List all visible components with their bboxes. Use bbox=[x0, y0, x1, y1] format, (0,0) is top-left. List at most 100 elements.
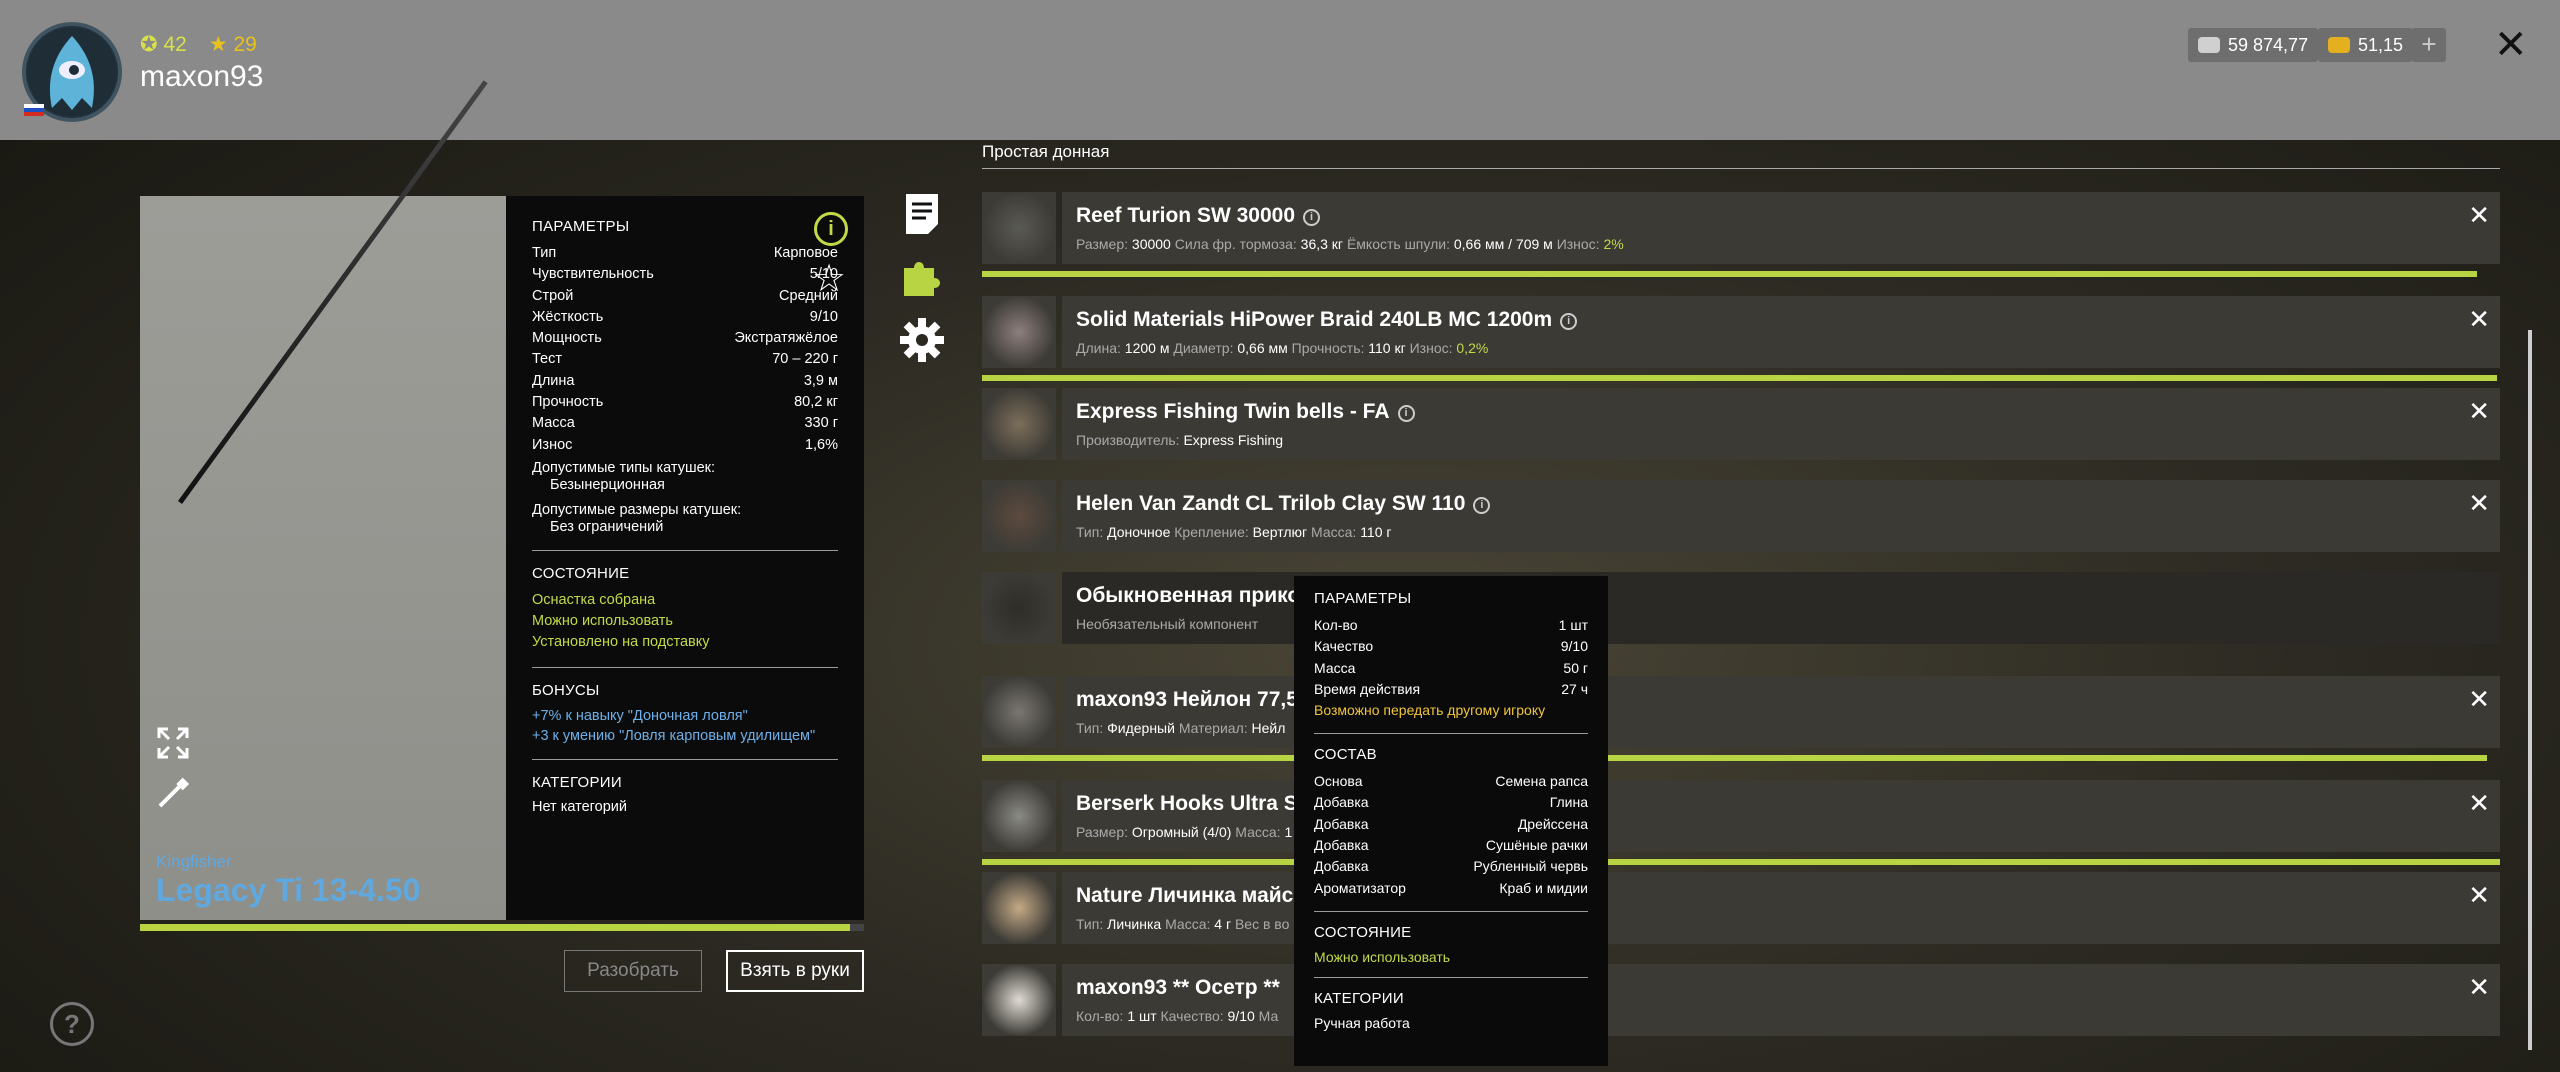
param-label: Строй bbox=[532, 287, 574, 304]
tackle-item[interactable]: maxon93 ** Осетр ** Кол-во: 1 шт Качество… bbox=[982, 964, 2500, 1036]
param-value: Дрейссена bbox=[1517, 815, 1588, 832]
help-icon[interactable]: ? bbox=[50, 1002, 94, 1046]
tackle-item[interactable]: Обыкновенная прико Необязательный компоне… bbox=[982, 572, 2500, 644]
gear-icon[interactable] bbox=[900, 318, 944, 362]
tackle-item-name: Express Fishing Twin bells - FA i bbox=[1076, 400, 1415, 424]
description-icon[interactable] bbox=[900, 192, 944, 236]
spec-label: Кол-во: bbox=[1076, 1008, 1124, 1024]
puzzle-icon[interactable] bbox=[900, 254, 944, 298]
gold-coins-icon bbox=[2328, 37, 2350, 53]
param-label: Качество bbox=[1314, 638, 1374, 655]
bonus-2: +3 к умению "Ловля карповым удилищем" bbox=[532, 727, 816, 744]
spec-label: Тип: bbox=[1076, 524, 1104, 540]
favorite-star-icon[interactable]: ☆ bbox=[812, 256, 846, 301]
param-label: Добавка bbox=[1314, 815, 1369, 832]
tooltip-composition-list: Основа Семена рапса Добавка Глина Добавка Дре… bbox=[1314, 771, 1588, 899]
spec-label: Длина: bbox=[1076, 340, 1121, 356]
spec-value: Express Fishing bbox=[1183, 432, 1284, 448]
tooltip-params-title: ПАРАМЕТРЫ bbox=[1314, 590, 1412, 607]
param-row: Прочность 80,2 кг bbox=[532, 392, 838, 413]
spec-label: Сила фр. тормоза: bbox=[1174, 236, 1297, 252]
scrollbar[interactable] bbox=[2528, 330, 2532, 1050]
info-icon[interactable]: i bbox=[1397, 405, 1415, 422]
param-row: Масса 330 г bbox=[532, 413, 838, 434]
add-currency-button[interactable]: + bbox=[2412, 28, 2446, 62]
param-row: Добавка Рубленный червь bbox=[1314, 856, 1588, 877]
tackle-item[interactable]: Solid Materials HiPower Braid 240LB MC 1… bbox=[982, 296, 2500, 381]
param-value: 3,9 м bbox=[803, 372, 838, 389]
param-row: Масса 50 г bbox=[1314, 658, 1588, 679]
tooltip-categories-value: Ручная работа bbox=[1314, 1014, 1410, 1031]
rod-edit-icon[interactable] bbox=[156, 776, 190, 810]
reel-types: Допустимые типы катушек: Безынерционная bbox=[532, 460, 838, 494]
spec-value: Огромный (4/0) bbox=[1131, 824, 1232, 840]
info-icon[interactable]: i bbox=[1560, 313, 1578, 330]
disassemble-button[interactable]: Разобрать bbox=[564, 950, 702, 992]
info-icon[interactable]: i bbox=[1303, 209, 1321, 226]
tackle-item-name: Helen Van Zandt CL Trilob Clay SW 110 i bbox=[1076, 492, 1491, 516]
tackle-item-name: Solid Materials HiPower Braid 240LB MC 1… bbox=[1076, 308, 1578, 332]
param-label: Основа bbox=[1314, 773, 1363, 790]
level-icon: ✪ bbox=[140, 33, 158, 56]
remove-item-icon[interactable]: ✕ bbox=[2468, 972, 2490, 1003]
tackle-thumbnail bbox=[982, 676, 1056, 748]
bonus-1: +7% к навыку "Доночная ловля" bbox=[532, 707, 748, 724]
tackle-item-body bbox=[1062, 480, 2500, 552]
param-label: Время действия bbox=[1314, 680, 1421, 697]
param-label: Жёсткость bbox=[532, 308, 604, 325]
close-icon[interactable]: ✕ bbox=[2494, 22, 2528, 68]
spec-label: Тип: bbox=[1076, 916, 1104, 932]
tackle-item[interactable]: maxon93 Нейлон 77,5 Тип: Фидерный Материа… bbox=[982, 676, 2500, 761]
param-row: Кол-во 1 шт bbox=[1314, 615, 1588, 636]
tackle-item-name-text: Обыкновенная прико bbox=[1076, 584, 1301, 607]
remove-item-icon[interactable]: ✕ bbox=[2468, 304, 2490, 335]
tackle-item[interactable]: Berserk Hooks Ultra Se Размер: Огромный (… bbox=[982, 780, 2500, 865]
username: maxon93 bbox=[140, 60, 264, 93]
param-row: Основа Семена рапса bbox=[1314, 771, 1588, 792]
gold-currency: 51,15 bbox=[2318, 28, 2414, 62]
top-bar: ✪ 42 ★ 29 maxon93 59 874,77 51,15 + ✕ bbox=[0, 0, 2560, 140]
param-label: Ароматизатор bbox=[1314, 879, 1406, 896]
remove-item-icon[interactable]: ✕ bbox=[2468, 880, 2490, 911]
take-in-hands-button[interactable]: Взять в руки bbox=[726, 950, 864, 992]
tackle-wear-bar bbox=[982, 859, 2500, 865]
remove-item-icon[interactable]: ✕ bbox=[2468, 488, 2490, 519]
spec-label: Размер: bbox=[1076, 824, 1129, 840]
remove-item-icon[interactable]: ✕ bbox=[2468, 200, 2490, 231]
spec-value: Фидерный bbox=[1107, 720, 1175, 736]
param-label: Тест bbox=[532, 351, 562, 368]
tackle-item-specs: Размер: Огромный (4/0) Масса: 1 bbox=[1076, 824, 1292, 840]
remove-item-icon[interactable]: ✕ bbox=[2468, 788, 2490, 819]
tackle-item[interactable]: Nature Личинка майск Тип: Личинка Масса: … bbox=[982, 872, 2500, 944]
remove-item-icon[interactable]: ✕ bbox=[2468, 684, 2490, 715]
tackle-item-body bbox=[1062, 572, 2500, 644]
tackle-item[interactable]: Reef Turion SW 30000 i Размер: 30000 Сила … bbox=[982, 192, 2500, 277]
tackle-item-name: maxon93 ** Осетр ** bbox=[1076, 976, 1280, 1000]
params-title: ПАРАМЕТРЫ bbox=[532, 218, 630, 235]
spec-value: 1 шт bbox=[1127, 1008, 1157, 1024]
divider bbox=[532, 666, 838, 668]
tackle-item[interactable]: Express Fishing Twin bells - FA i Производ… bbox=[982, 388, 2500, 460]
tooltip-state-value: Можно использовать bbox=[1314, 948, 1451, 965]
info-icon[interactable]: i bbox=[814, 212, 848, 246]
rod-wear-fill bbox=[140, 924, 850, 931]
tackle-item[interactable]: Helen Van Zandt CL Trilob Clay SW 110 i Ти… bbox=[982, 480, 2500, 552]
spec-value: Нейл bbox=[1251, 720, 1286, 736]
spec-value: Личинка bbox=[1107, 916, 1162, 932]
expand-icon[interactable] bbox=[156, 726, 190, 760]
param-value: 50 г bbox=[1563, 659, 1588, 676]
param-label: Мощность bbox=[532, 330, 602, 347]
param-value: Глина bbox=[1549, 794, 1588, 811]
spec-label: Ёмкость шпули: bbox=[1346, 236, 1450, 252]
param-value: 27 ч bbox=[1561, 680, 1588, 697]
param-label: Кол-во bbox=[1314, 617, 1358, 633]
info-icon[interactable]: i bbox=[1473, 497, 1491, 514]
divider bbox=[1314, 733, 1588, 735]
level-value: 42 bbox=[163, 33, 187, 56]
param-row: Добавка Дрейссена bbox=[1314, 814, 1588, 835]
tackle-title: Простая донная bbox=[982, 142, 1110, 161]
param-row: Мощность Экстратяжёлое bbox=[532, 328, 838, 349]
spec-value: 0,2% bbox=[1456, 340, 1489, 356]
remove-item-icon[interactable]: ✕ bbox=[2468, 396, 2490, 427]
tackle-item-name-text: Berserk Hooks Ultra Se bbox=[1076, 792, 1310, 815]
